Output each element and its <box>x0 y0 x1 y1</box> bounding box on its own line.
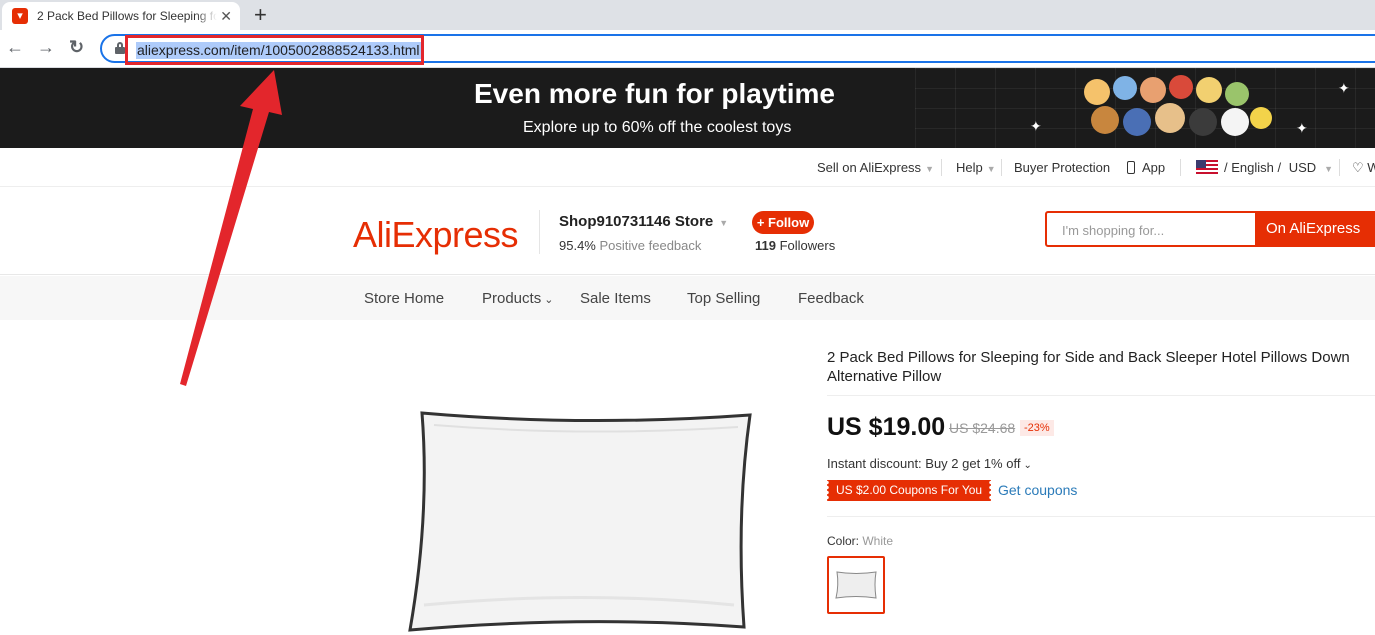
chevron-down-icon: ▼ <box>719 218 729 228</box>
divider <box>1180 159 1181 176</box>
url-highlight-box: aliexpress.com/item/1005002888524133.htm… <box>125 35 424 65</box>
banner-subtitle: Explore up to 60% off the coolest toys <box>523 119 792 136</box>
chevron-down-icon: ⌄ <box>1023 460 1032 471</box>
aliexpress-favicon-icon: ▾ <box>12 8 28 24</box>
color-label: Color: White <box>827 534 894 548</box>
help-link[interactable]: Help ▼ <box>956 160 996 175</box>
nav-sale-items[interactable]: Sale Items <box>580 290 651 307</box>
store-header: AliExpress Shop910731146 Store ▼ 95.4% Po… <box>0 188 1375 275</box>
store-nav: Store Home Products ⌄ Sale Items Top Sell… <box>0 276 1375 320</box>
us-flag-icon <box>1196 160 1218 174</box>
utility-bar: Sell on AliExpress ▼ Help ▼ Buyer Protecti… <box>0 148 1375 187</box>
browser-tab-strip: ▾ 2 Pack Bed Pillows for Sleeping for Si… <box>0 0 1375 30</box>
lock-icon[interactable] <box>115 42 125 54</box>
store-name[interactable]: Shop910731146 Store ▼ <box>559 213 728 230</box>
nav-products[interactable]: Products ⌄ <box>482 290 553 307</box>
discount-badge: -23% <box>1020 420 1054 436</box>
divider <box>1001 159 1002 176</box>
tab-title: 2 Pack Bed Pillows for Sleeping for Side… <box>37 9 217 23</box>
language-currency-selector[interactable]: / English / USD ▼ <box>1196 160 1333 175</box>
sparkle-icon: ✦ <box>1030 118 1042 134</box>
instant-discount[interactable]: Instant discount: Buy 2 get 1% off ⌄ <box>827 456 1032 471</box>
product-title: 2 Pack Bed Pillows for Sleeping for Side… <box>827 349 1350 385</box>
chevron-down-icon: ▼ <box>925 164 934 174</box>
search-button[interactable]: On AliExpress <box>1255 213 1375 245</box>
app-link[interactable]: App <box>1127 160 1165 175</box>
toy-figures-image <box>1084 75 1272 136</box>
promo-banner[interactable]: Even more fun for playtime Explore up to… <box>0 68 1375 148</box>
banner-title: Even more fun for playtime <box>474 78 835 109</box>
chevron-down-icon: ▼ <box>1324 164 1334 174</box>
get-coupons-link[interactable]: Get coupons <box>998 482 1077 498</box>
browser-tab[interactable]: ▾ 2 Pack Bed Pillows for Sleeping for Si… <box>2 2 240 30</box>
pillow-thumbnail-icon <box>835 571 877 599</box>
sparkle-icon: ✦ <box>1338 80 1350 96</box>
buyer-protection-link[interactable]: Buyer Protection <box>1014 160 1110 175</box>
followers-count: 119 Followers <box>755 238 836 253</box>
phone-icon <box>1127 161 1135 174</box>
current-price: US $19.00 <box>827 413 946 441</box>
divider <box>941 159 942 176</box>
url-text[interactable]: aliexpress.com/item/1005002888524133.htm… <box>136 42 421 59</box>
divider <box>827 516 1375 517</box>
coupon-badge: US $2.00 Coupons For You <box>827 480 992 501</box>
positive-feedback: 95.4% Positive feedback <box>559 238 702 253</box>
nav-store-home[interactable]: Store Home <box>364 290 444 307</box>
back-icon[interactable]: ← <box>6 37 24 58</box>
product-image[interactable] <box>404 405 764 635</box>
nav-feedback[interactable]: Feedback <box>798 290 864 307</box>
wishlist-link[interactable]: ♡ W <box>1352 160 1375 176</box>
original-price: US $24.68 <box>949 420 1016 436</box>
color-swatch-white[interactable] <box>827 556 885 614</box>
sparkle-icon: ✦ <box>1296 120 1308 136</box>
follow-button[interactable]: + Follow <box>752 211 814 234</box>
divider <box>827 395 1375 396</box>
chevron-down-icon: ▼ <box>986 164 996 174</box>
divider <box>1339 159 1340 176</box>
heart-icon: ♡ <box>1352 160 1364 175</box>
nav-top-selling[interactable]: Top Selling <box>687 290 760 307</box>
new-tab-button[interactable]: + <box>254 2 267 28</box>
divider <box>539 210 540 254</box>
aliexpress-logo[interactable]: AliExpress <box>353 214 519 256</box>
chevron-down-icon: ⌄ <box>544 294 554 306</box>
search-box: I'm shopping for... On AliExpress <box>1045 211 1375 247</box>
forward-icon[interactable]: → <box>37 37 55 58</box>
reload-icon[interactable]: ↻ <box>69 37 84 58</box>
sell-on-aliexpress-link[interactable]: Sell on AliExpress ▼ <box>817 160 934 175</box>
search-input[interactable]: I'm shopping for... <box>1062 223 1164 238</box>
tab-close-icon[interactable]: ✕ <box>220 8 232 25</box>
